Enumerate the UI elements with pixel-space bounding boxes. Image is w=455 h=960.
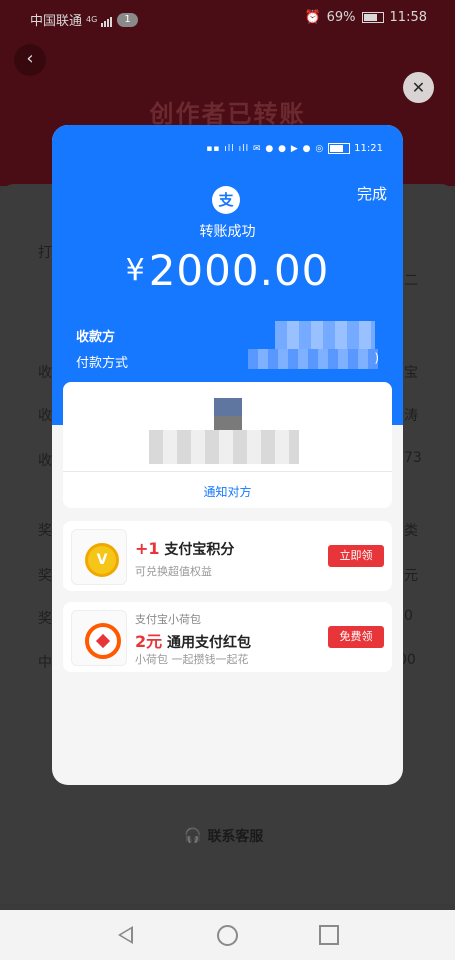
bg-fragment-left: 收 (38, 408, 52, 424)
bg-fragment-left: 奖 (38, 568, 52, 584)
nav-recents-icon[interactable] (319, 925, 339, 945)
bg-fragment-right: 0 (404, 608, 413, 624)
promo-small-title: 支付宝小荷包 (135, 613, 201, 626)
red-packet-icon (85, 623, 121, 659)
bg-fragment-left: 收 (38, 365, 52, 381)
back-button[interactable]: ‹ (14, 44, 46, 76)
signal-icon (101, 12, 113, 27)
bg-fragment-left: 奖 (38, 611, 52, 627)
contact-support-link[interactable]: 🎧 联系客服 (184, 826, 263, 846)
bg-fragment-right: 类 (404, 523, 418, 539)
nav-home-icon[interactable] (217, 925, 238, 946)
bg-fragment-left: 奖 (38, 523, 52, 539)
promo-title: +1 支付宝积分 (135, 539, 234, 559)
inner-status-bar: ▪▪ ıll ıll ✉ ● ● ▶ ● ◎ 11:21 (206, 143, 383, 154)
payment-method-suffix: ) (374, 351, 379, 365)
headset-icon: 🎧 (184, 828, 202, 844)
bg-fragment-right: 元 (404, 568, 418, 584)
promo-card-points[interactable]: V +1 支付宝积分 可兑换超值权益 立即领 (63, 521, 392, 591)
done-button[interactable]: 完成 (357, 183, 387, 204)
navigation-bar (0, 910, 455, 960)
amount-value: 2000.00 (148, 246, 330, 295)
promo-subtitle: 小荷包 一起攒钱一起花 (135, 653, 249, 666)
bg-fragment-left: 中 (38, 655, 52, 671)
divider (63, 471, 392, 472)
bg-fragment-right: 73 (404, 450, 422, 466)
payee-redacted (275, 321, 375, 349)
bg-fragment-right: 涛 (404, 408, 418, 424)
contact-support-label: 联系客服 (207, 829, 264, 845)
payee-name-redacted (149, 430, 299, 464)
battery-percent: 69% (326, 10, 356, 25)
nav-back-icon[interactable] (118, 926, 133, 944)
alarm-icon: ⏰ (304, 10, 321, 25)
promo-title-text: 通用支付红包 (167, 635, 252, 651)
clock: 11:58 (389, 10, 427, 25)
carrier-label: 中国联通 (30, 14, 83, 29)
claim-red-packet-button[interactable]: 免费领 (328, 626, 384, 648)
bg-fragment-right: 宝 (404, 365, 418, 381)
transfer-status: 转账成功 (199, 224, 256, 240)
chevron-left-icon: ‹ (26, 48, 34, 69)
close-button[interactable]: ✕ (403, 72, 434, 103)
bg-fragment-left: 收 (38, 453, 52, 469)
receipt-modal: ▪▪ ıll ıll ✉ ● ● ▶ ● ◎ 11:21 完成 支 转账成功 ¥… (52, 125, 403, 785)
promo-subtitle: 可兑换超值权益 (135, 565, 212, 578)
promo-prefix: 2元 (135, 632, 163, 651)
close-icon: ✕ (411, 78, 426, 97)
bg-fragment-left: 打 (38, 245, 52, 261)
promo-title: 2元 通用支付红包 (135, 628, 251, 652)
inner-battery-icon (328, 143, 351, 154)
promo-card-red-packet[interactable]: 支付宝小荷包 2元 通用支付红包 小荷包 一起攒钱一起花 免费领 (63, 602, 392, 672)
notify-recipient-button[interactable]: 通知对方 (63, 483, 392, 500)
promo-prefix: +1 (135, 539, 160, 558)
payment-method-label: 付款方式 (76, 356, 129, 371)
inner-status-icons: ▪▪ ıll ıll ✉ ● ● ▶ ● ◎ (206, 143, 325, 154)
payee-label: 收款方 (76, 330, 116, 345)
points-coin-icon: V (85, 543, 119, 577)
promo-title-text: 支付宝积分 (164, 542, 235, 558)
bg-fragment-right: 二 (404, 273, 418, 289)
status-bar: 中国联通 4G 1 ⏰ 69% 11:58 (0, 0, 455, 36)
battery-icon (361, 12, 384, 23)
claim-points-button[interactable]: 立即领 (328, 545, 384, 567)
promo-icon-frame (71, 610, 127, 666)
payment-method-redacted (248, 349, 378, 369)
promo-icon-frame: V (71, 529, 127, 585)
inner-clock: 11:21 (354, 143, 383, 154)
notification-badge: 1 (117, 12, 138, 27)
transfer-amount: ¥2000.00 (52, 246, 403, 295)
currency-symbol: ¥ (125, 253, 145, 288)
page-title: 创作者已转账 (149, 99, 306, 128)
alipay-logo-icon: 支 (212, 186, 240, 214)
network-type: 4G (86, 15, 98, 24)
payee-card: 通知对方 (63, 382, 392, 508)
